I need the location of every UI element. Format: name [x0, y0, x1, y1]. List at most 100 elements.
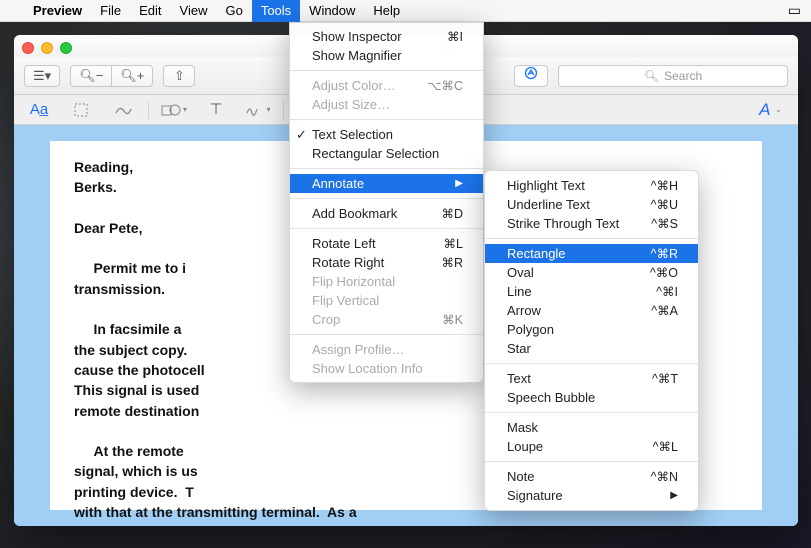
menu-separator — [485, 412, 698, 413]
menu-view[interactable]: View — [171, 0, 217, 22]
app-menu[interactable]: Preview — [24, 0, 91, 22]
zoom-in-button[interactable]: 🔍︎+ — [111, 65, 153, 87]
menu-item-label: Note — [507, 469, 534, 484]
menu-separator — [485, 461, 698, 462]
sketch-tool-button[interactable] — [106, 99, 140, 121]
search-input[interactable]: 🔍︎ Search — [558, 65, 788, 87]
sidebar-view-button[interactable]: ☰▾ — [24, 65, 60, 87]
menu-item-label: Polygon — [507, 322, 554, 337]
menu-shortcut: ^⌘I — [628, 284, 678, 299]
menu-item-label: Show Location Info — [312, 361, 423, 376]
menu-file[interactable]: File — [91, 0, 130, 22]
menu-item-rotate-right[interactable]: Rotate Right⌘R — [290, 253, 483, 272]
menu-shortcut: ^⌘H — [623, 178, 678, 193]
menu-item-show-location-info: Show Location Info — [290, 359, 483, 378]
menu-item-label: Text Selection — [312, 127, 393, 142]
menu-item-label: Oval — [507, 265, 534, 280]
menu-item-label: Crop — [312, 312, 340, 327]
menu-item-label: Signature — [507, 488, 563, 503]
menu-separator — [485, 363, 698, 364]
menu-item-arrow[interactable]: Arrow^⌘A — [485, 301, 698, 320]
menu-separator — [290, 168, 483, 169]
window-minimize-button[interactable] — [41, 42, 53, 54]
menu-item-strike-through-text[interactable]: Strike Through Text ^⌘S — [485, 214, 698, 233]
menu-shortcut: ⌘D — [413, 206, 463, 221]
menu-item-note[interactable]: Note^⌘N — [485, 467, 698, 486]
zoom-out-icon: 🔍︎− — [79, 68, 103, 84]
toolbar-separator — [283, 101, 284, 119]
menu-separator — [290, 70, 483, 71]
menu-item-label: Flip Vertical — [312, 293, 379, 308]
text-tool-button[interactable]: ⊤ — [199, 99, 233, 121]
markup-toolbar-button[interactable] — [514, 65, 548, 87]
submenu-arrow-icon: ▶ — [650, 490, 678, 501]
menu-item-show-inspector[interactable]: Show Inspector⌘I — [290, 27, 483, 46]
text-style-button[interactable]: Aa̲ — [22, 99, 56, 121]
screen-share-icon[interactable]: ▭ — [788, 2, 801, 19]
menu-shortcut: ^⌘U — [623, 197, 678, 212]
window-maximize-button[interactable] — [60, 42, 72, 54]
menu-item-show-magnifier[interactable]: Show Magnifier — [290, 46, 483, 65]
menu-shortcut: ^⌘R — [623, 246, 678, 261]
search-icon: 🔍︎ — [644, 69, 659, 83]
toolbar-separator — [148, 101, 149, 119]
selection-tool-button[interactable] — [64, 99, 98, 121]
menu-item-label: Show Inspector — [312, 29, 402, 44]
menu-tools[interactable]: Tools — [252, 0, 300, 22]
menu-shortcut: ^⌘O — [622, 265, 678, 280]
font-style-button[interactable]: A ⌄ — [751, 100, 790, 120]
menu-item-assign-profile: Assign Profile… — [290, 340, 483, 359]
menu-item-label: Strike Through Text — [507, 216, 619, 231]
menu-item-underline-text[interactable]: Underline Text^⌘U — [485, 195, 698, 214]
menu-item-label: Assign Profile… — [312, 342, 404, 357]
menu-edit[interactable]: Edit — [130, 0, 170, 22]
submenu-arrow-icon: ▶ — [435, 178, 463, 189]
menu-item-signature[interactable]: Signature ▶ — [485, 486, 698, 505]
menu-item-speech-bubble[interactable]: Speech Bubble — [485, 388, 698, 407]
menu-item-label: Rectangular Selection — [312, 146, 439, 161]
menu-shortcut: ^⌘S — [623, 216, 678, 231]
menu-item-highlight-text[interactable]: Highlight Text^⌘H — [485, 176, 698, 195]
shapes-button[interactable]: ▾ — [157, 99, 191, 121]
menu-item-crop: Crop ⌘K — [290, 310, 483, 329]
menu-separator — [485, 238, 698, 239]
menu-item-label: Flip Horizontal — [312, 274, 395, 289]
menu-item-rotate-left[interactable]: Rotate Left ⌘L — [290, 234, 483, 253]
chevron-down-icon: ⌄ — [774, 104, 782, 115]
menu-item-text-selection[interactable]: ✓Text Selection — [290, 125, 483, 144]
menu-item-polygon[interactable]: Polygon — [485, 320, 698, 339]
menu-shortcut: ^⌘A — [623, 303, 678, 318]
window-close-button[interactable] — [22, 42, 34, 54]
menu-go[interactable]: Go — [216, 0, 251, 22]
menu-help[interactable]: Help — [364, 0, 409, 22]
share-button[interactable]: ⇧ — [163, 65, 195, 87]
zoom-out-button[interactable]: 🔍︎− — [70, 65, 111, 87]
sign-button[interactable]: ▾ — [241, 99, 275, 121]
menu-shortcut: ⌘L — [416, 236, 463, 251]
menu-item-rectangular-selection[interactable]: Rectangular Selection — [290, 144, 483, 163]
menu-shortcut: ⌘K — [414, 312, 463, 327]
menu-item-add-bookmark[interactable]: Add Bookmark⌘D — [290, 204, 483, 223]
menu-item-adjust-size: Adjust Size… — [290, 95, 483, 114]
menu-separator — [290, 334, 483, 335]
menu-separator — [290, 119, 483, 120]
menu-item-oval[interactable]: Oval ^⌘O — [485, 263, 698, 282]
menu-item-line[interactable]: Line^⌘I — [485, 282, 698, 301]
font-style-label: A — [759, 100, 770, 120]
zoom-in-icon: 🔍︎+ — [120, 68, 144, 84]
menu-item-label: Rotate Left — [312, 236, 376, 251]
menu-item-annotate[interactable]: Annotate▶ — [290, 174, 483, 193]
menu-item-rectangle[interactable]: Rectangle ^⌘R — [485, 244, 698, 263]
menu-item-label: Rectangle — [507, 246, 566, 261]
menu-item-star[interactable]: Star — [485, 339, 698, 358]
menu-item-text[interactable]: Text^⌘T — [485, 369, 698, 388]
menu-item-label: Speech Bubble — [507, 390, 595, 405]
menu-separator — [290, 198, 483, 199]
zoom-group: 🔍︎− 🔍︎+ — [70, 65, 153, 87]
menu-item-label: Star — [507, 341, 531, 356]
menu-item-adjust-color: Adjust Color…⌥⌘C — [290, 76, 483, 95]
menu-window[interactable]: Window — [300, 0, 364, 22]
menu-item-loupe[interactable]: Loupe^⌘L — [485, 437, 698, 456]
menu-item-label: Text — [507, 371, 531, 386]
menu-item-mask[interactable]: Mask — [485, 418, 698, 437]
